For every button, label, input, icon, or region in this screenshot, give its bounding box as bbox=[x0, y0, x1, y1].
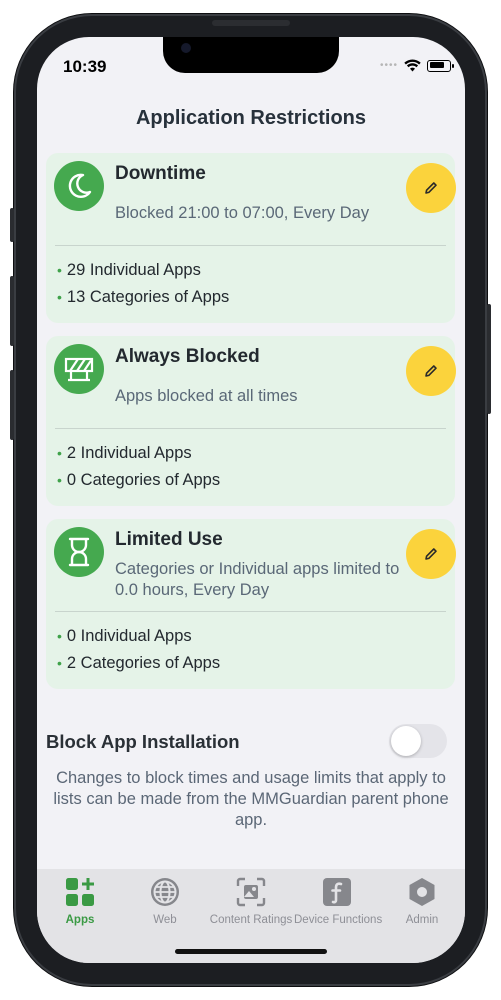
bullet-text: 0 Individual Apps bbox=[66, 627, 192, 645]
tab-apps[interactable]: Apps bbox=[37, 877, 123, 926]
pencil-icon bbox=[425, 365, 437, 377]
bullet-dot: • bbox=[57, 655, 62, 671]
bullet-text: 2 Categories of Apps bbox=[66, 654, 221, 672]
divider bbox=[55, 611, 446, 612]
screen: 10:39 •••• Application Restrictions Down… bbox=[37, 37, 465, 963]
tab-label: Web bbox=[153, 914, 177, 926]
bullet-text: 0 Categories of Apps bbox=[66, 471, 221, 489]
tab-label: Admin bbox=[405, 914, 439, 926]
bullet-dot: • bbox=[57, 628, 62, 644]
page-title: Application Restrictions bbox=[135, 107, 367, 129]
speaker-grille bbox=[212, 20, 290, 26]
tab-web[interactable]: Web bbox=[122, 877, 208, 926]
card-subtitle: Categories or Individual apps limited to… bbox=[115, 560, 400, 599]
list-item: • 29 Individual Apps bbox=[57, 261, 201, 280]
battery-icon bbox=[427, 59, 454, 72]
toggle-knob bbox=[391, 726, 421, 756]
wifi-icon bbox=[404, 59, 421, 72]
content-ratings-icon bbox=[236, 877, 266, 907]
edit-always-blocked-button[interactable] bbox=[406, 346, 456, 396]
bullet-dot: • bbox=[57, 445, 62, 461]
tab-content-ratings[interactable]: Content Ratings bbox=[208, 877, 294, 926]
limited-use-card[interactable]: Limited Use Categories or Individual app… bbox=[46, 519, 456, 689]
edit-downtime-button[interactable] bbox=[406, 163, 456, 213]
status-time: 10:39 bbox=[63, 57, 107, 76]
block-app-installation-toggle[interactable] bbox=[389, 724, 447, 758]
block-app-installation-label: Block App Installation bbox=[46, 731, 240, 752]
tab-label: Device Functions bbox=[294, 914, 383, 926]
tab-label: Apps bbox=[65, 914, 95, 926]
divider bbox=[55, 245, 446, 246]
bullet-dot: • bbox=[57, 262, 62, 278]
card-title: Downtime bbox=[115, 163, 206, 184]
bullet-text: 29 Individual Apps bbox=[66, 261, 201, 279]
card-subtitle: Blocked 21:00 to 07:00, Every Day bbox=[115, 204, 370, 222]
signal-dots: •••• bbox=[379, 60, 398, 71]
tab-device-functions[interactable]: Device Functions bbox=[294, 877, 383, 926]
home-indicator[interactable] bbox=[175, 949, 327, 954]
list-item: • 0 Categories of Apps bbox=[57, 471, 220, 490]
bullet-text: 13 Categories of Apps bbox=[66, 288, 230, 306]
volume-up-button bbox=[10, 276, 14, 346]
divider bbox=[55, 428, 446, 429]
silent-switch bbox=[10, 208, 14, 242]
list-item: • 0 Individual Apps bbox=[57, 627, 192, 646]
camera bbox=[181, 43, 191, 53]
power-button bbox=[487, 304, 491, 414]
card-title: Limited Use bbox=[115, 529, 223, 550]
card-title: Always Blocked bbox=[115, 346, 260, 367]
info-note: Changes to block times and usage limits … bbox=[53, 769, 449, 829]
status-indicators: •••• bbox=[379, 59, 454, 72]
bullet-text: 2 Individual Apps bbox=[66, 444, 192, 462]
admin-hexagon-icon bbox=[407, 877, 437, 907]
list-item: • 13 Categories of Apps bbox=[57, 288, 229, 307]
tab-admin[interactable]: Admin bbox=[379, 877, 465, 926]
moon-icon bbox=[54, 161, 104, 211]
notch bbox=[163, 37, 339, 73]
tab-label: Content Ratings bbox=[209, 914, 293, 926]
always-blocked-card[interactable]: Always Blocked Apps blocked at all times… bbox=[46, 336, 456, 506]
pencil-icon bbox=[425, 548, 437, 560]
hourglass-icon bbox=[54, 527, 104, 577]
list-item: • 2 Categories of Apps bbox=[57, 654, 220, 673]
barrier-icon bbox=[54, 344, 104, 394]
list-item: • 2 Individual Apps bbox=[57, 444, 192, 463]
downtime-card[interactable]: Downtime Blocked 21:00 to 07:00, Every D… bbox=[46, 153, 456, 323]
apps-icon bbox=[65, 877, 95, 907]
volume-down-button bbox=[10, 370, 14, 440]
edit-limited-use-button[interactable] bbox=[406, 529, 456, 579]
pencil-icon bbox=[425, 182, 437, 194]
bullet-dot: • bbox=[57, 289, 62, 305]
globe-icon bbox=[150, 877, 180, 907]
bullet-dot: • bbox=[57, 472, 62, 488]
card-subtitle: Apps blocked at all times bbox=[115, 387, 298, 405]
device-functions-icon bbox=[322, 877, 352, 907]
